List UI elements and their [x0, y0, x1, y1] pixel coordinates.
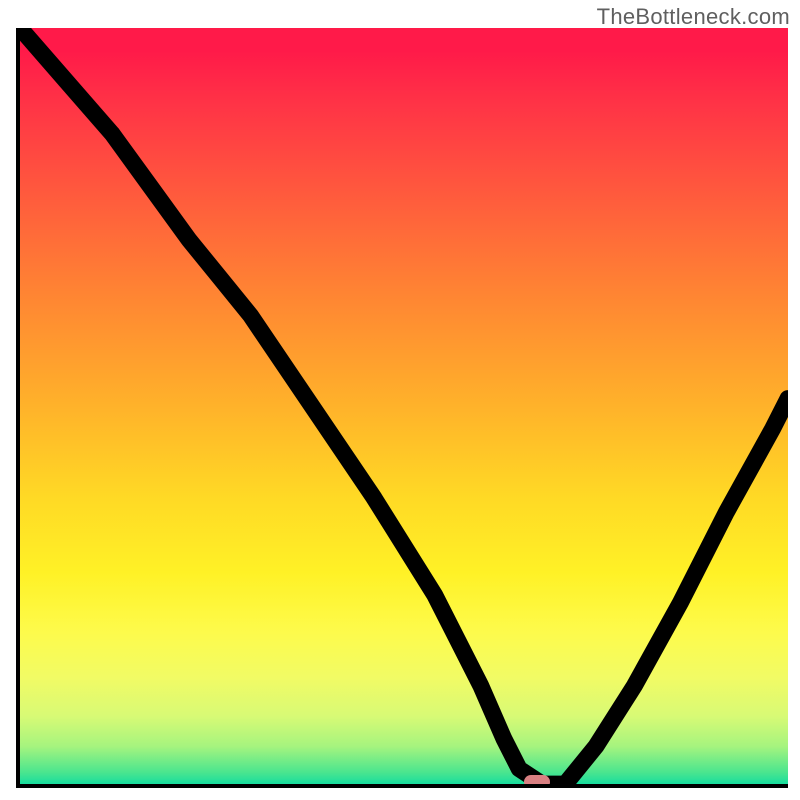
curve-svg	[20, 28, 788, 784]
bottleneck-curve	[20, 28, 788, 784]
optimal-point-marker	[524, 775, 550, 788]
plot-area	[16, 28, 788, 788]
chart-frame: TheBottleneck.com	[0, 0, 800, 800]
watermark-text: TheBottleneck.com	[597, 4, 790, 30]
